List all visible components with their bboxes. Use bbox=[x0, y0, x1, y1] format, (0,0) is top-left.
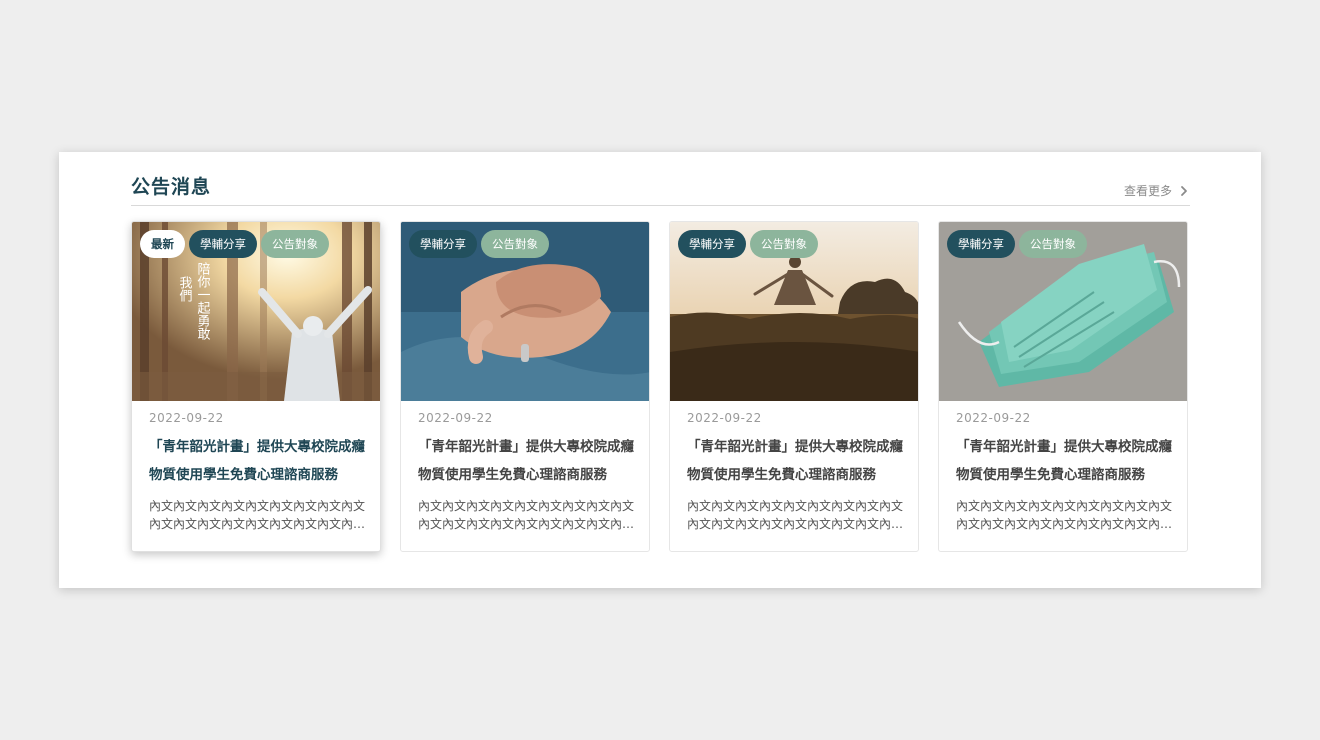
chevron-right-icon bbox=[1181, 185, 1187, 196]
tag-sharing[interactable]: 學輔分享 bbox=[189, 230, 257, 258]
news-card[interactable]: 學輔分享 公告對象 2022-09-22 「青年韶光計畫」提供大專校院成癮物質使… bbox=[669, 221, 919, 552]
news-date: 2022-09-22 bbox=[956, 411, 1031, 425]
news-card-list: 我們 陪你一起勇敢 最新 學輔分享 公告對象 2022-09-22 「青年韶光計… bbox=[131, 221, 1190, 552]
tag-group: 學輔分享 公告對象 bbox=[409, 230, 549, 258]
news-excerpt: 內文內文內文內文內文內文內文內文內文內文內文內文內文內文內文內文內文內… bbox=[149, 499, 366, 531]
news-date: 2022-09-22 bbox=[149, 411, 224, 425]
news-card[interactable]: 學輔分享 公告對象 2022-09-22 「青年韶光計畫」提供大專校院成癮物質使… bbox=[400, 221, 650, 552]
tag-audience[interactable]: 公告對象 bbox=[750, 230, 818, 258]
section-title: 公告消息 bbox=[131, 176, 212, 198]
news-excerpt: 內文內文內文內文內文內文內文內文內文內文內文內文內文內文內文內文內文內… bbox=[687, 499, 904, 531]
news-title[interactable]: 「青年韶光計畫」提供大專校院成癮物質使用學生免費心理諮商服務 bbox=[149, 433, 371, 489]
tag-group: 學輔分享 公告對象 bbox=[947, 230, 1087, 258]
section-header: 公告消息 查看更多 bbox=[131, 172, 1190, 206]
svg-text:陪你一起勇敢: 陪你一起勇敢 bbox=[195, 262, 211, 340]
news-card[interactable]: 學輔分享 公告對象 2022-09-22 「青年韶光計畫」提供大專校院成癮物質使… bbox=[938, 221, 1188, 552]
tag-audience[interactable]: 公告對象 bbox=[481, 230, 549, 258]
news-title[interactable]: 「青年韶光計畫」提供大專校院成癮物質使用學生免費心理諮商服務 bbox=[956, 433, 1178, 489]
tag-group: 學輔分享 公告對象 bbox=[678, 230, 818, 258]
view-more-label: 查看更多 bbox=[1123, 184, 1172, 198]
svg-text:我們: 我們 bbox=[177, 276, 193, 302]
news-date: 2022-09-22 bbox=[687, 411, 762, 425]
tag-sharing[interactable]: 學輔分享 bbox=[678, 230, 746, 258]
tag-sharing[interactable]: 學輔分享 bbox=[947, 230, 1015, 258]
news-title[interactable]: 「青年韶光計畫」提供大專校院成癮物質使用學生免費心理諮商服務 bbox=[687, 433, 909, 489]
tag-audience[interactable]: 公告對象 bbox=[1019, 230, 1087, 258]
tag-sharing[interactable]: 學輔分享 bbox=[409, 230, 477, 258]
tag-audience[interactable]: 公告對象 bbox=[261, 230, 329, 258]
tag-group: 最新 學輔分享 公告對象 bbox=[140, 230, 329, 258]
news-title[interactable]: 「青年韶光計畫」提供大專校院成癮物質使用學生免費心理諮商服務 bbox=[418, 433, 640, 489]
news-excerpt: 內文內文內文內文內文內文內文內文內文內文內文內文內文內文內文內文內文內… bbox=[956, 499, 1173, 531]
news-excerpt: 內文內文內文內文內文內文內文內文內文內文內文內文內文內文內文內文內文內… bbox=[418, 499, 635, 531]
news-date: 2022-09-22 bbox=[418, 411, 493, 425]
news-card[interactable]: 我們 陪你一起勇敢 最新 學輔分享 公告對象 2022-09-22 「青年韶光計… bbox=[131, 221, 381, 552]
view-more-link[interactable]: 查看更多 bbox=[1124, 182, 1190, 199]
tag-new[interactable]: 最新 bbox=[140, 230, 185, 258]
announcement-panel: 公告消息 查看更多 我們 陪你一起勇敢 最新 學輔分享 公告對象 2022-09… bbox=[59, 152, 1261, 588]
